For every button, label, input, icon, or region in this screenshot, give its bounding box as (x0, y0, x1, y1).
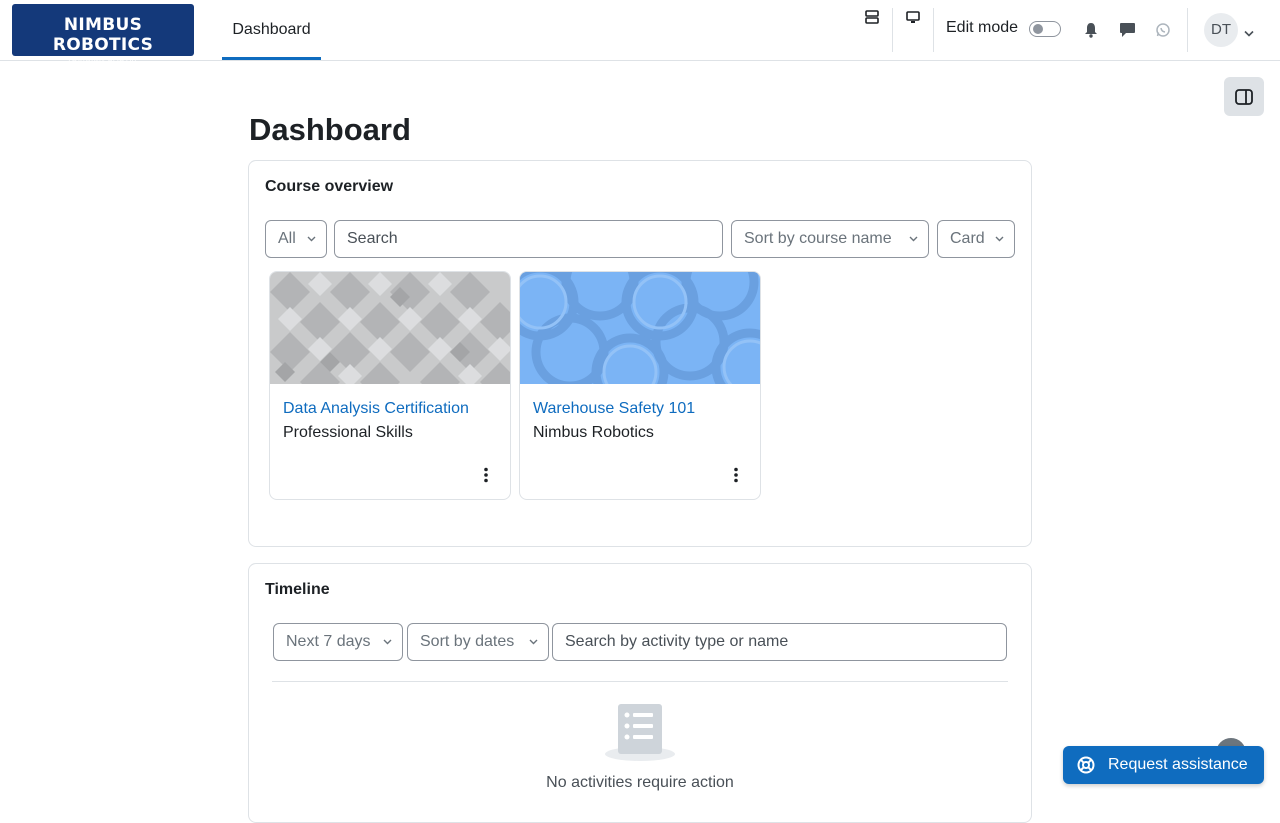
course-image-blue-circles[interactable] (520, 272, 760, 384)
chevron-down-icon (307, 236, 316, 242)
monitor-icon[interactable] (903, 8, 923, 26)
timeline-range-value: Next 7 days (286, 633, 371, 650)
edit-mode-toggle[interactable] (1029, 21, 1061, 37)
chevron-down-icon (995, 236, 1004, 242)
messages-icon[interactable] (1117, 20, 1137, 40)
course-overview-block: Course overview All Search Sort by cours… (248, 160, 1032, 547)
course-view-value: Card (950, 230, 985, 247)
course-image-grey-diamonds[interactable] (270, 272, 510, 384)
timeline-divider (272, 681, 1008, 682)
site-logo[interactable]: NIMBUS ROBOTICS TRAINING PORTAL (12, 4, 194, 65)
chevron-down-icon (529, 639, 538, 645)
logo-subtitle: TRAINING PORTAL (67, 58, 139, 65)
request-assistance-label: Request assistance (1108, 756, 1248, 773)
sidebar-panel-icon (1235, 88, 1253, 105)
timeline-sort-value: Sort by dates (420, 633, 515, 650)
timeline-empty-message: No activities require action (546, 774, 734, 791)
course-card[interactable]: Data Analysis Certification Professional… (269, 271, 511, 500)
chevron-down-icon (383, 639, 392, 645)
block-drawer-toggle[interactable] (1224, 77, 1264, 116)
course-category: Nimbus Robotics (533, 424, 654, 441)
course-search-placeholder: Search (347, 230, 398, 247)
course-card[interactable]: Warehouse Safety 101 Nimbus Robotics (519, 271, 761, 500)
empty-activities-icon (605, 704, 675, 761)
request-assistance-button[interactable]: Request assistance (1063, 746, 1264, 784)
logo-title: NIMBUS ROBOTICS (52, 15, 154, 55)
edit-mode-label: Edit mode (946, 19, 1019, 36)
more-options-icon[interactable] (478, 465, 494, 485)
bell-icon[interactable] (1081, 20, 1101, 40)
course-filter-dropdown[interactable]: All (265, 220, 327, 258)
course-filter-value: All (278, 230, 296, 247)
nav-divider (933, 8, 934, 52)
timeline-search-placeholder: Search by activity type or name (565, 633, 789, 650)
nav-divider (892, 8, 893, 52)
nav-divider (1187, 8, 1188, 52)
toggle-knob (1033, 24, 1043, 34)
course-overview-title: Course overview (265, 178, 394, 195)
course-category: Professional Skills (283, 424, 413, 441)
timeline-block: Timeline Next 7 days Sort by dates Searc… (248, 563, 1032, 823)
timeline-range-dropdown[interactable]: Next 7 days (273, 623, 403, 661)
chevron-down-icon[interactable] (1244, 24, 1254, 42)
course-name-link[interactable]: Warehouse Safety 101 (533, 400, 695, 418)
course-name-link[interactable]: Data Analysis Certification (283, 400, 469, 418)
course-sort-dropdown[interactable]: Sort by course name (731, 220, 929, 258)
whatsapp-icon[interactable] (1153, 20, 1173, 40)
timeline-sort-dropdown[interactable]: Sort by dates (407, 623, 549, 661)
course-index-icon[interactable] (862, 8, 882, 26)
chevron-down-icon (909, 236, 918, 242)
top-navbar: NIMBUS ROBOTICS TRAINING PORTAL Dashboar… (0, 0, 1280, 65)
nav-tab-dashboard[interactable]: Dashboard (222, 0, 321, 60)
course-sort-value: Sort by course name (744, 230, 892, 247)
lifebuoy-icon (1077, 756, 1095, 774)
page-title: Dashboard (249, 112, 411, 147)
course-view-dropdown[interactable]: Card (937, 220, 1015, 258)
more-options-icon[interactable] (728, 465, 744, 485)
user-avatar[interactable]: DT (1204, 13, 1238, 47)
course-search-input[interactable]: Search (334, 220, 723, 258)
timeline-search-input[interactable]: Search by activity type or name (552, 623, 1007, 661)
timeline-title: Timeline (265, 581, 330, 598)
